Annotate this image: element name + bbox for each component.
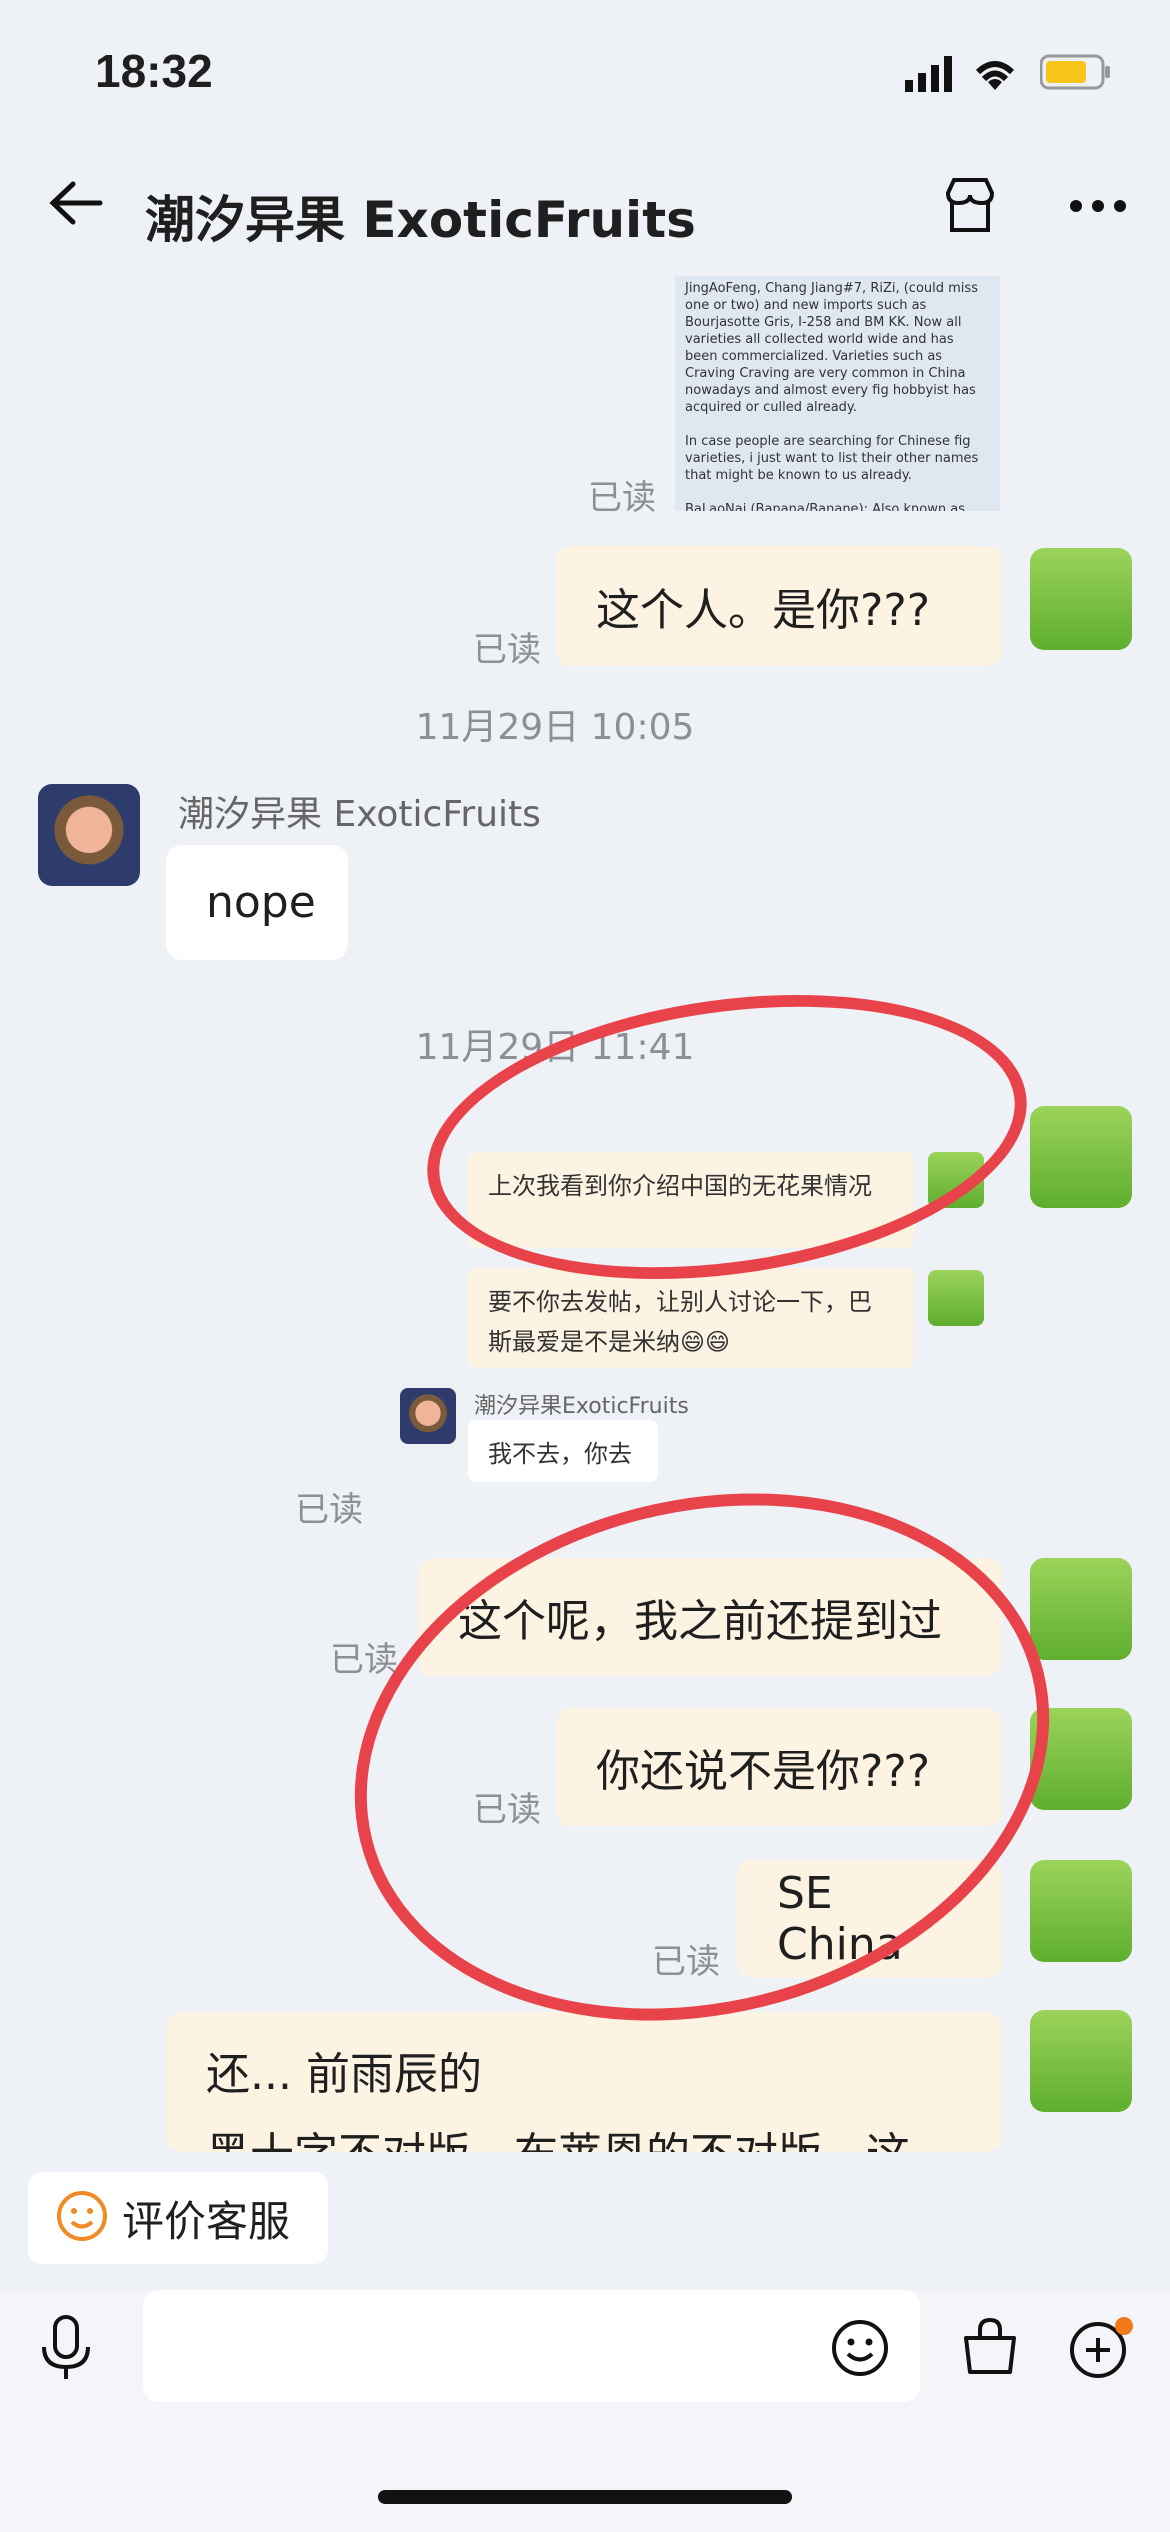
rate-service-button[interactable]: 评价客服 [28, 2172, 328, 2264]
message-text: 还... 前雨辰的 [206, 2049, 482, 2100]
read-status: 已读 [330, 1640, 398, 1680]
wifi-icon [970, 52, 1020, 96]
message-text: 黑十字不对版，布莱恩的不对版，这 [206, 2118, 910, 2152]
smile-icon [56, 2190, 108, 2246]
battery-icon [1039, 54, 1112, 94]
message-bubble[interactable]: 这个人。是你??? [556, 546, 1002, 666]
status-time: 18:32 [95, 45, 213, 97]
avatar[interactable] [1030, 2010, 1132, 2112]
forwarded-document-text: JingAoFeng, Chang Jiang#7, RiZi, (could … [685, 281, 979, 511]
message-bubble[interactable]: 还... 前雨辰的 黑十字不对版，布莱恩的不对版，这 [166, 2012, 1002, 2152]
read-status: 已读 [588, 478, 656, 518]
timestamp: 11月29日 10:05 [415, 707, 695, 748]
shopping-bag-icon[interactable] [960, 2316, 1020, 2380]
quoted-message: 我不去，你去 [468, 1420, 658, 1482]
store-icon[interactable] [940, 175, 1000, 239]
avatar[interactable] [1030, 548, 1132, 650]
page-title: 潮汐异果 ExoticFruits [145, 191, 696, 249]
red-annotation-circle [408, 959, 1046, 1315]
avatar [400, 1388, 456, 1444]
read-status: 已读 [295, 1490, 363, 1530]
add-icon[interactable] [1068, 2316, 1134, 2386]
avatar[interactable] [1030, 1860, 1132, 1962]
read-status: 已读 [473, 630, 541, 670]
home-indicator [378, 2490, 792, 2504]
quoted-message: 要不你去发帖，让别人讨论一下，巴斯最爱是不是米纳😄😄 [468, 1268, 914, 1368]
message-text: 这个人。是你??? [596, 585, 931, 636]
rate-service-label: 评价客服 [122, 2196, 291, 2246]
red-annotation-circle [298, 1422, 1106, 2092]
quoted-message-text: 我不去，你去 [488, 1440, 632, 1468]
emoji-icon[interactable] [830, 2318, 890, 2382]
avatar [928, 1270, 984, 1326]
sender-name: 潮汐异果ExoticFruits [474, 1394, 689, 1419]
avatar[interactable] [1030, 1106, 1132, 1208]
signal-icon [905, 56, 955, 96]
message-text: nope [206, 877, 316, 928]
back-arrow-icon[interactable] [45, 178, 105, 232]
message-bubble[interactable]: nope [166, 845, 348, 960]
forwarded-document[interactable]: JingAoFeng, Chang Jiang#7, RiZi, (could … [675, 276, 1000, 511]
sender-name: 潮汐异果 ExoticFruits [178, 794, 541, 835]
avatar[interactable] [38, 784, 140, 886]
message-input[interactable] [143, 2290, 920, 2402]
more-icon[interactable] [1068, 198, 1128, 217]
avatar[interactable] [1030, 1558, 1132, 1660]
voice-icon[interactable] [38, 2315, 94, 2385]
quoted-message-text: 要不你去发帖，让别人讨论一下，巴斯最爱是不是米纳😄😄 [488, 1288, 872, 1356]
